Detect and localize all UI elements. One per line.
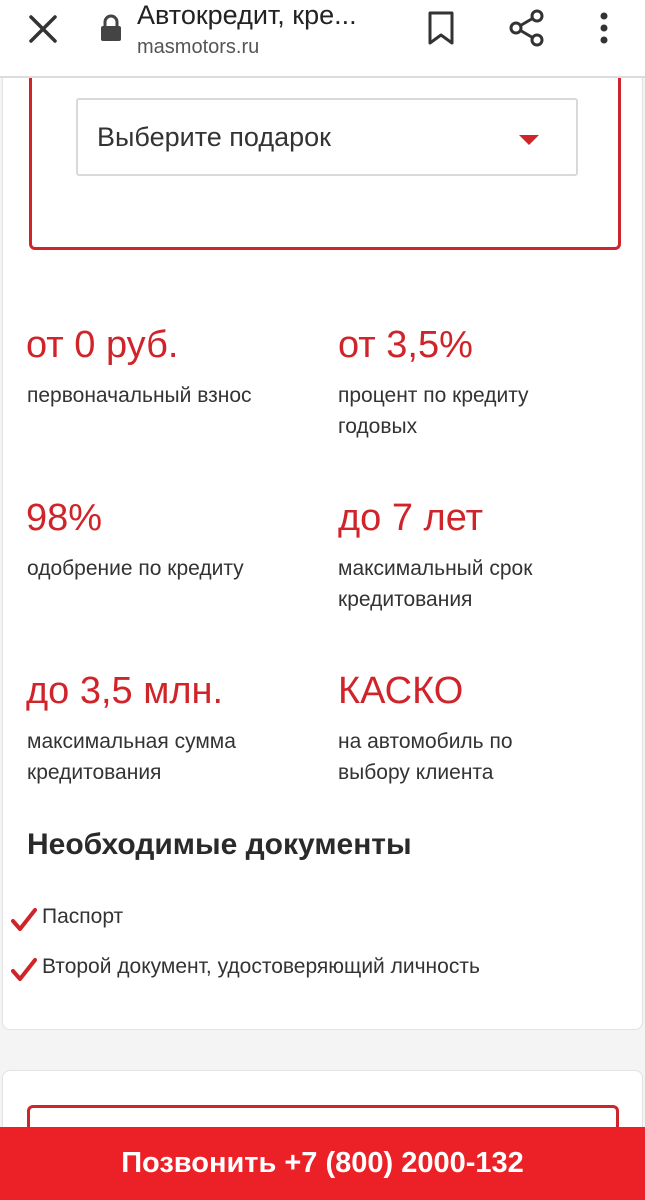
page-url[interactable]: masmotors.ru xyxy=(137,36,259,59)
stat-down-payment-desc: первоначальный взнос xyxy=(27,384,252,407)
document-second-id: Второй документ, удостоверяющий личность xyxy=(42,955,480,978)
gift-select-label: Выберите подарок xyxy=(97,122,331,152)
credit-info-card: Выберите подарок от 0 руб. первоначальны… xyxy=(2,78,643,1030)
stat-down-payment-value: от 0 руб. xyxy=(26,324,179,366)
stat-approval-value: 98% xyxy=(26,497,103,539)
stat-approval-desc: одобрение по кредиту xyxy=(27,557,244,580)
share-icon[interactable] xyxy=(507,8,547,48)
documents-heading: Необходимые документы xyxy=(27,828,412,861)
stat-kasko-value: КАСКО xyxy=(338,670,464,712)
call-button-label: Позвонить +7 (800) 2000-132 xyxy=(121,1147,524,1179)
stat-max-amount-desc: максимальная сумма кредитования xyxy=(27,730,236,784)
stat-term-desc: максимальный срок кредитования xyxy=(338,557,533,611)
check-icon xyxy=(11,908,37,931)
browser-toolbar: Автокредит, кре... masmotors.ru xyxy=(0,0,645,78)
stat-max-amount-value: до 3,5 млн. xyxy=(26,670,224,712)
stat-rate-value: от 3,5% xyxy=(338,324,473,366)
close-icon[interactable] xyxy=(26,12,60,46)
stat-rate-desc: процент по кредиту годовых xyxy=(338,384,529,438)
stat-term-value: до 7 лет xyxy=(338,497,484,539)
gift-form-box: Выберите подарок xyxy=(29,78,621,250)
caret-down-icon xyxy=(519,135,539,145)
gift-select[interactable]: Выберите подарок xyxy=(76,98,578,176)
lock-icon xyxy=(101,14,121,41)
check-icon xyxy=(11,958,37,981)
bookmark-icon[interactable] xyxy=(424,10,458,46)
call-button[interactable]: Позвонить +7 (800) 2000-132 xyxy=(0,1127,645,1200)
more-icon[interactable] xyxy=(592,10,616,46)
stat-kasko-desc: на автомобиль по выбору клиента xyxy=(338,730,513,784)
document-passport: Паспорт xyxy=(42,905,124,928)
page-title: Автокредит, кре... xyxy=(137,0,357,30)
